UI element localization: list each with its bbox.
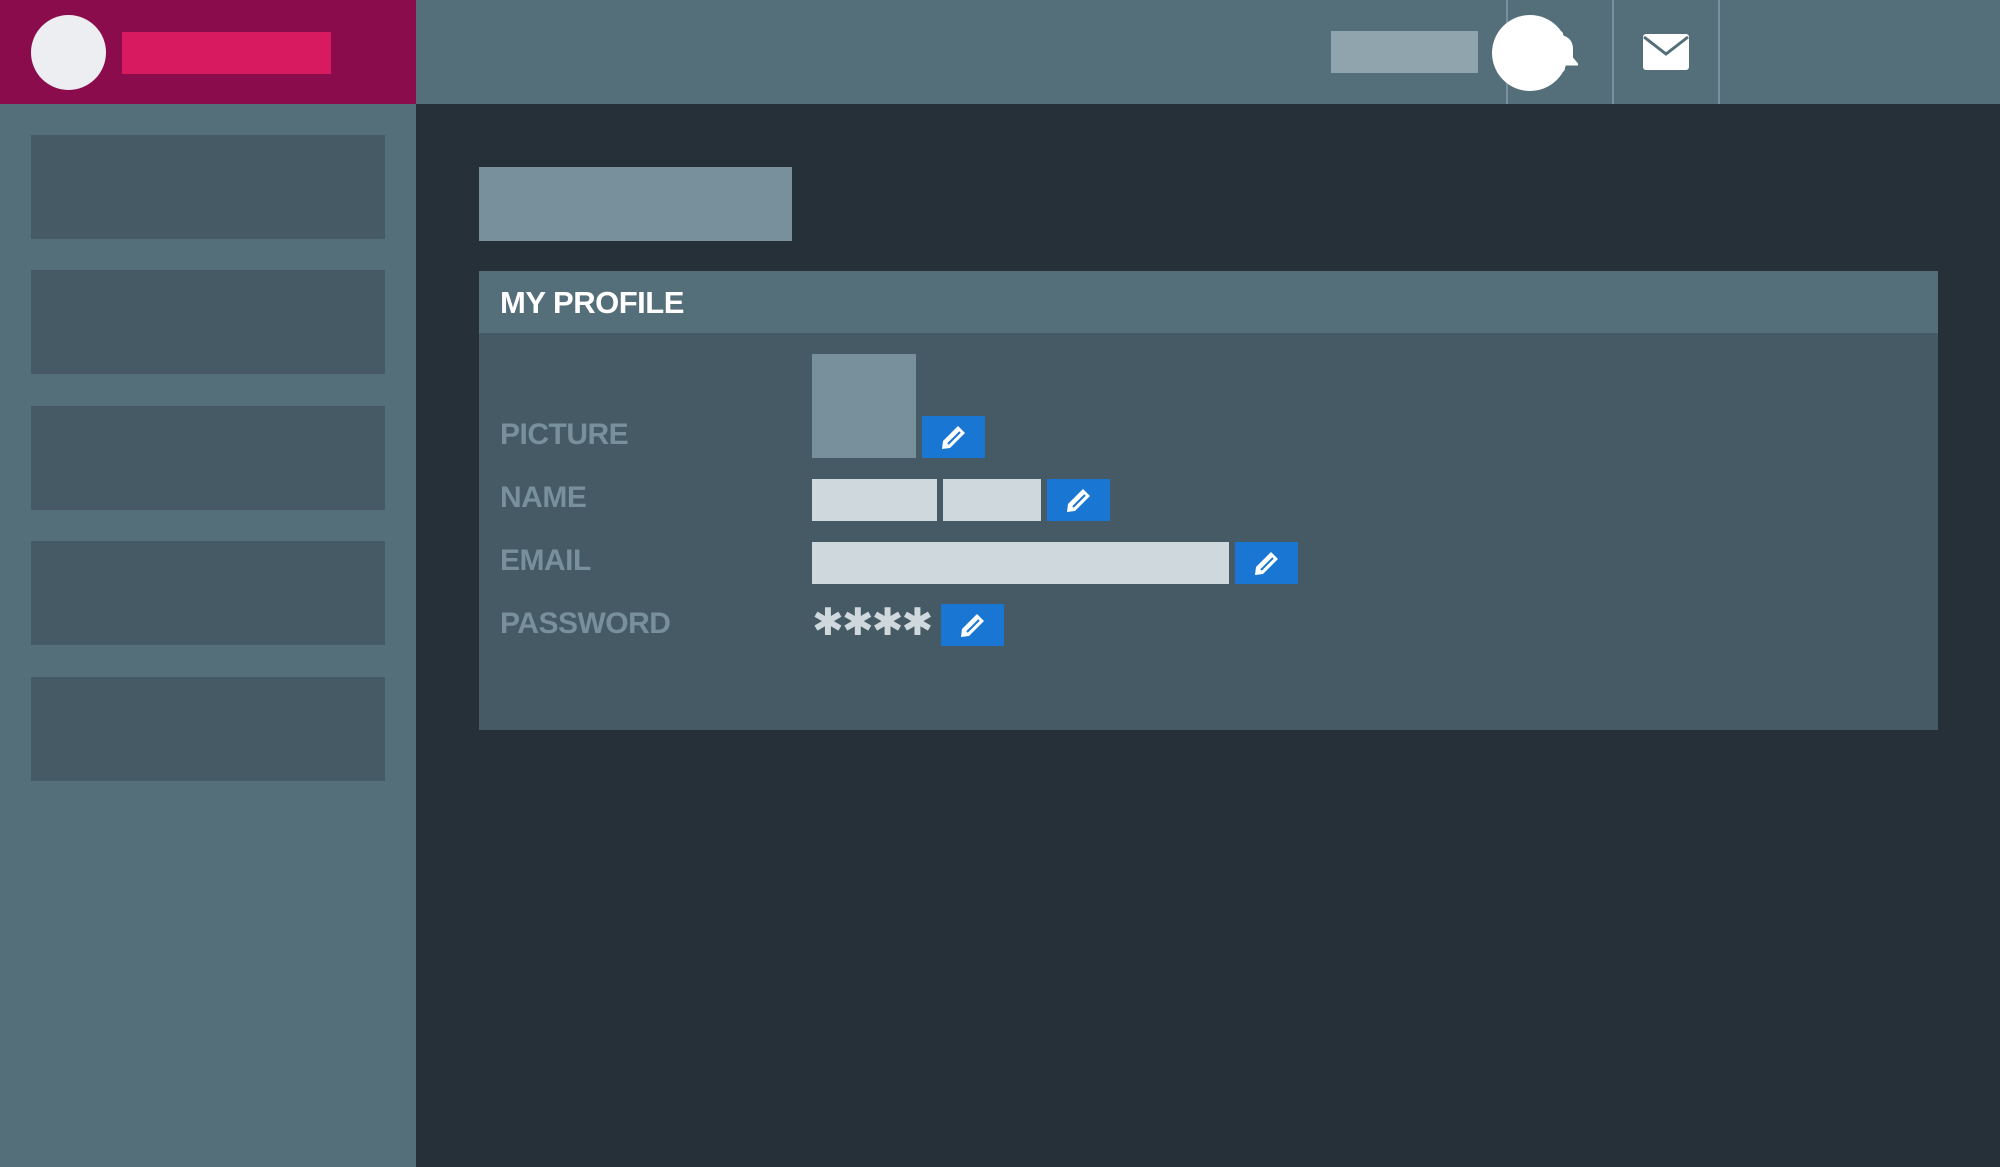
panel-title: MY PROFILE xyxy=(500,285,684,320)
profile-picture xyxy=(812,354,916,458)
edit-password-button[interactable] xyxy=(941,604,1004,646)
page-title-placeholder xyxy=(479,167,792,241)
email-label: EMAIL xyxy=(500,544,591,577)
sidebar-item-2[interactable] xyxy=(31,270,385,374)
pencil-icon xyxy=(960,614,984,637)
brand-name-placeholder[interactable] xyxy=(122,32,331,74)
picture-label: PICTURE xyxy=(500,418,629,451)
profile-panel: MY PROFILE PICTURE NAME EMAIL PASSWORD ✱… xyxy=(479,271,1938,730)
user-name-placeholder[interactable] xyxy=(1331,31,1478,73)
user-menu[interactable] xyxy=(1718,0,2000,104)
messages-button[interactable] xyxy=(1612,0,1718,104)
top-bar xyxy=(416,0,2000,104)
brand-logo[interactable] xyxy=(31,15,106,90)
sidebar-item-5[interactable] xyxy=(31,677,385,781)
envelope-icon xyxy=(1643,34,1689,70)
pencil-icon xyxy=(1066,489,1090,512)
password-label: PASSWORD xyxy=(500,607,671,640)
last-name-field xyxy=(943,479,1041,521)
sidebar-item-4[interactable] xyxy=(31,541,385,645)
email-field xyxy=(812,542,1229,584)
brand-area[interactable] xyxy=(0,0,416,104)
edit-name-button[interactable] xyxy=(1047,479,1110,521)
edit-picture-button[interactable] xyxy=(922,416,985,458)
panel-header: MY PROFILE xyxy=(479,271,1938,333)
name-label: NAME xyxy=(500,481,587,514)
edit-email-button[interactable] xyxy=(1235,542,1298,584)
sidebar-item-1[interactable] xyxy=(31,135,385,239)
sidebar xyxy=(0,104,416,1167)
pencil-icon xyxy=(941,426,965,449)
app-root: MY PROFILE PICTURE NAME EMAIL PASSWORD ✱… xyxy=(0,0,2000,1167)
first-name-field xyxy=(812,479,937,521)
password-mask: ✱✱✱✱ xyxy=(812,600,933,644)
sidebar-item-3[interactable] xyxy=(31,406,385,510)
user-avatar[interactable] xyxy=(1492,15,1568,91)
pencil-icon xyxy=(1254,552,1278,575)
